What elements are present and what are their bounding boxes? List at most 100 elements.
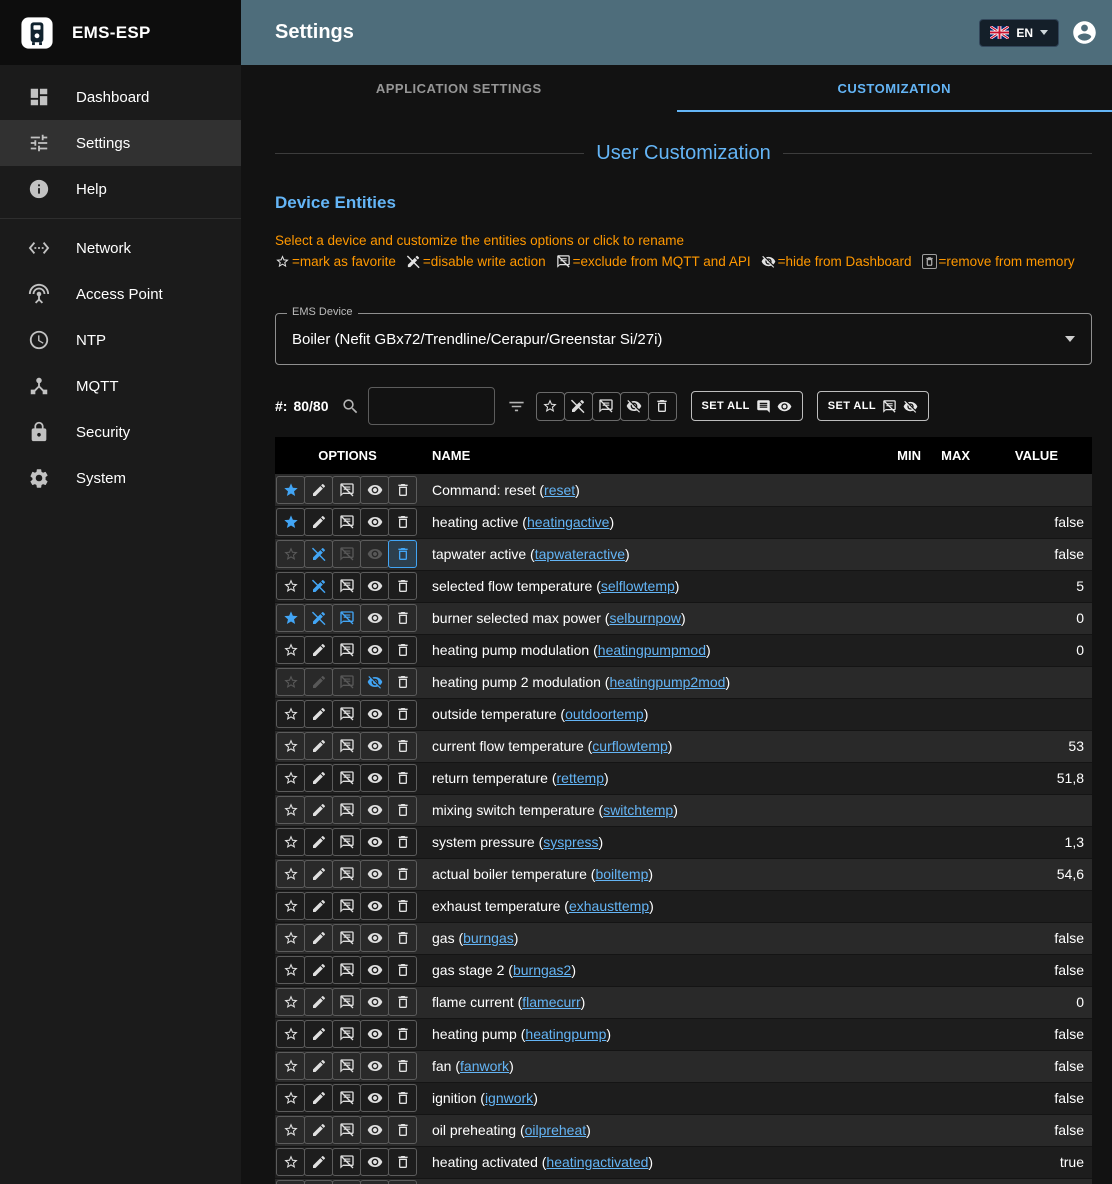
entity-name[interactable]: tapwater active bbox=[432, 546, 526, 562]
remove-memory-toggle[interactable] bbox=[388, 1116, 417, 1144]
remove-memory-toggle[interactable] bbox=[388, 732, 417, 760]
hide-dashboard-toggle[interactable] bbox=[360, 764, 389, 792]
entity-code-link[interactable]: heatingpump bbox=[525, 1026, 606, 1042]
mqtt-exclude-toggle[interactable] bbox=[332, 508, 361, 536]
remove-memory-toggle[interactable] bbox=[388, 1052, 417, 1080]
hide-dashboard-toggle[interactable] bbox=[360, 924, 389, 952]
sidebar-item-security[interactable]: Security bbox=[0, 409, 241, 455]
disable-write-toggle[interactable] bbox=[304, 476, 333, 504]
remove-memory-toggle[interactable] bbox=[388, 892, 417, 920]
entity-name[interactable]: system pressure bbox=[432, 834, 535, 850]
disable-write-toggle[interactable] bbox=[304, 1052, 333, 1080]
hide-dashboard-toggle[interactable] bbox=[360, 1084, 389, 1112]
hide-dashboard-toggle[interactable] bbox=[360, 604, 389, 632]
entity-code-link[interactable]: reset bbox=[544, 482, 575, 498]
mqtt-exclude-toggle[interactable] bbox=[332, 796, 361, 824]
disable-write-toggle[interactable] bbox=[304, 1084, 333, 1112]
hide-dashboard-toggle[interactable] bbox=[360, 1052, 389, 1080]
entity-name[interactable]: actual boiler temperature bbox=[432, 866, 587, 882]
remove-memory-toggle[interactable] bbox=[388, 1180, 417, 1184]
entity-name[interactable]: burner selected max power bbox=[432, 610, 601, 626]
entity-name[interactable]: current flow temperature bbox=[432, 738, 584, 754]
filter-comments-disabled-toggle[interactable] bbox=[592, 392, 621, 421]
filter-star-toggle[interactable] bbox=[536, 392, 565, 421]
favorite-toggle[interactable] bbox=[276, 508, 305, 536]
disable-write-toggle[interactable] bbox=[304, 1148, 333, 1176]
remove-memory-toggle[interactable] bbox=[388, 924, 417, 952]
set-all-hide-button[interactable]: SET ALL bbox=[817, 391, 929, 421]
ems-device-select[interactable]: EMS Device Boiler (Nefit GBx72/Trendline… bbox=[275, 313, 1092, 365]
entity-code-link[interactable]: syspress bbox=[543, 834, 598, 850]
hide-dashboard-toggle[interactable] bbox=[360, 1020, 389, 1048]
hide-dashboard-toggle[interactable] bbox=[360, 860, 389, 888]
favorite-toggle[interactable] bbox=[276, 1084, 305, 1112]
favorite-toggle[interactable] bbox=[276, 1180, 305, 1184]
entity-code-link[interactable]: burngas2 bbox=[513, 962, 571, 978]
favorite-toggle[interactable] bbox=[276, 860, 305, 888]
disable-write-toggle[interactable] bbox=[304, 668, 333, 696]
disable-write-toggle[interactable] bbox=[304, 956, 333, 984]
disable-write-toggle[interactable] bbox=[304, 508, 333, 536]
disable-write-toggle[interactable] bbox=[304, 988, 333, 1016]
entity-code-link[interactable]: flamecurr bbox=[522, 994, 580, 1010]
entity-code-link[interactable]: heatingpumpmod bbox=[598, 642, 706, 658]
favorite-toggle[interactable] bbox=[276, 700, 305, 728]
entity-name[interactable]: heating pump 2 modulation bbox=[432, 674, 601, 690]
tab-customization[interactable]: CUSTOMIZATION bbox=[677, 65, 1112, 112]
mqtt-exclude-toggle[interactable] bbox=[332, 764, 361, 792]
disable-write-toggle[interactable] bbox=[304, 924, 333, 952]
entity-name[interactable]: exhaust temperature bbox=[432, 898, 560, 914]
disable-write-toggle[interactable] bbox=[304, 764, 333, 792]
language-selector[interactable]: EN bbox=[979, 19, 1059, 47]
mqtt-exclude-toggle[interactable] bbox=[332, 956, 361, 984]
remove-memory-toggle[interactable] bbox=[388, 636, 417, 664]
mqtt-exclude-toggle[interactable] bbox=[332, 1116, 361, 1144]
entity-name[interactable]: selected flow temperature bbox=[432, 578, 592, 594]
entity-code-link[interactable]: outdoortemp bbox=[565, 706, 644, 722]
entity-name[interactable]: oil preheating bbox=[432, 1122, 516, 1138]
mqtt-exclude-toggle[interactable] bbox=[332, 572, 361, 600]
remove-memory-toggle[interactable] bbox=[388, 476, 417, 504]
hide-dashboard-toggle[interactable] bbox=[360, 476, 389, 504]
entity-code-link[interactable]: curflowtemp bbox=[592, 738, 667, 754]
hide-dashboard-toggle[interactable] bbox=[360, 732, 389, 760]
sidebar-item-access-point[interactable]: Access Point bbox=[0, 271, 241, 317]
favorite-toggle[interactable] bbox=[276, 540, 305, 568]
entity-search-input[interactable] bbox=[368, 387, 495, 425]
remove-memory-toggle[interactable] bbox=[388, 1020, 417, 1048]
hide-dashboard-toggle[interactable] bbox=[360, 1116, 389, 1144]
favorite-toggle[interactable] bbox=[276, 604, 305, 632]
mqtt-exclude-toggle[interactable] bbox=[332, 988, 361, 1016]
sidebar-item-ntp[interactable]: NTP bbox=[0, 317, 241, 363]
entity-code-link[interactable]: rettemp bbox=[557, 770, 604, 786]
disable-write-toggle[interactable] bbox=[304, 1020, 333, 1048]
favorite-toggle[interactable] bbox=[276, 476, 305, 504]
sidebar-item-help[interactable]: Help bbox=[0, 166, 241, 212]
hide-dashboard-toggle[interactable] bbox=[360, 956, 389, 984]
hide-dashboard-toggle[interactable] bbox=[360, 988, 389, 1016]
disable-write-toggle[interactable] bbox=[304, 604, 333, 632]
hide-dashboard-toggle[interactable] bbox=[360, 828, 389, 856]
remove-memory-toggle[interactable] bbox=[388, 508, 417, 536]
entity-name[interactable]: flame current bbox=[432, 994, 514, 1010]
favorite-toggle[interactable] bbox=[276, 764, 305, 792]
mqtt-exclude-toggle[interactable] bbox=[332, 668, 361, 696]
favorite-toggle[interactable] bbox=[276, 1052, 305, 1080]
mqtt-exclude-toggle[interactable] bbox=[332, 1052, 361, 1080]
set-all-show-button[interactable]: SET ALL bbox=[691, 391, 803, 421]
disable-write-toggle[interactable] bbox=[304, 1180, 333, 1184]
disable-write-toggle[interactable] bbox=[304, 860, 333, 888]
remove-memory-toggle[interactable] bbox=[388, 572, 417, 600]
entity-code-link[interactable]: exhausttemp bbox=[569, 898, 649, 914]
disable-write-toggle[interactable] bbox=[304, 540, 333, 568]
entity-code-link[interactable]: heatingactivated bbox=[546, 1154, 648, 1170]
mqtt-exclude-toggle[interactable] bbox=[332, 1148, 361, 1176]
entity-name[interactable]: fan bbox=[432, 1058, 451, 1074]
entity-name[interactable]: Command: reset bbox=[432, 482, 535, 498]
entity-code-link[interactable]: selflowtemp bbox=[601, 578, 675, 594]
entity-code-link[interactable]: selburnpow bbox=[609, 610, 681, 626]
disable-write-toggle[interactable] bbox=[304, 828, 333, 856]
favorite-toggle[interactable] bbox=[276, 988, 305, 1016]
hide-dashboard-toggle[interactable] bbox=[360, 668, 389, 696]
entity-name[interactable]: heating pump bbox=[432, 1026, 517, 1042]
